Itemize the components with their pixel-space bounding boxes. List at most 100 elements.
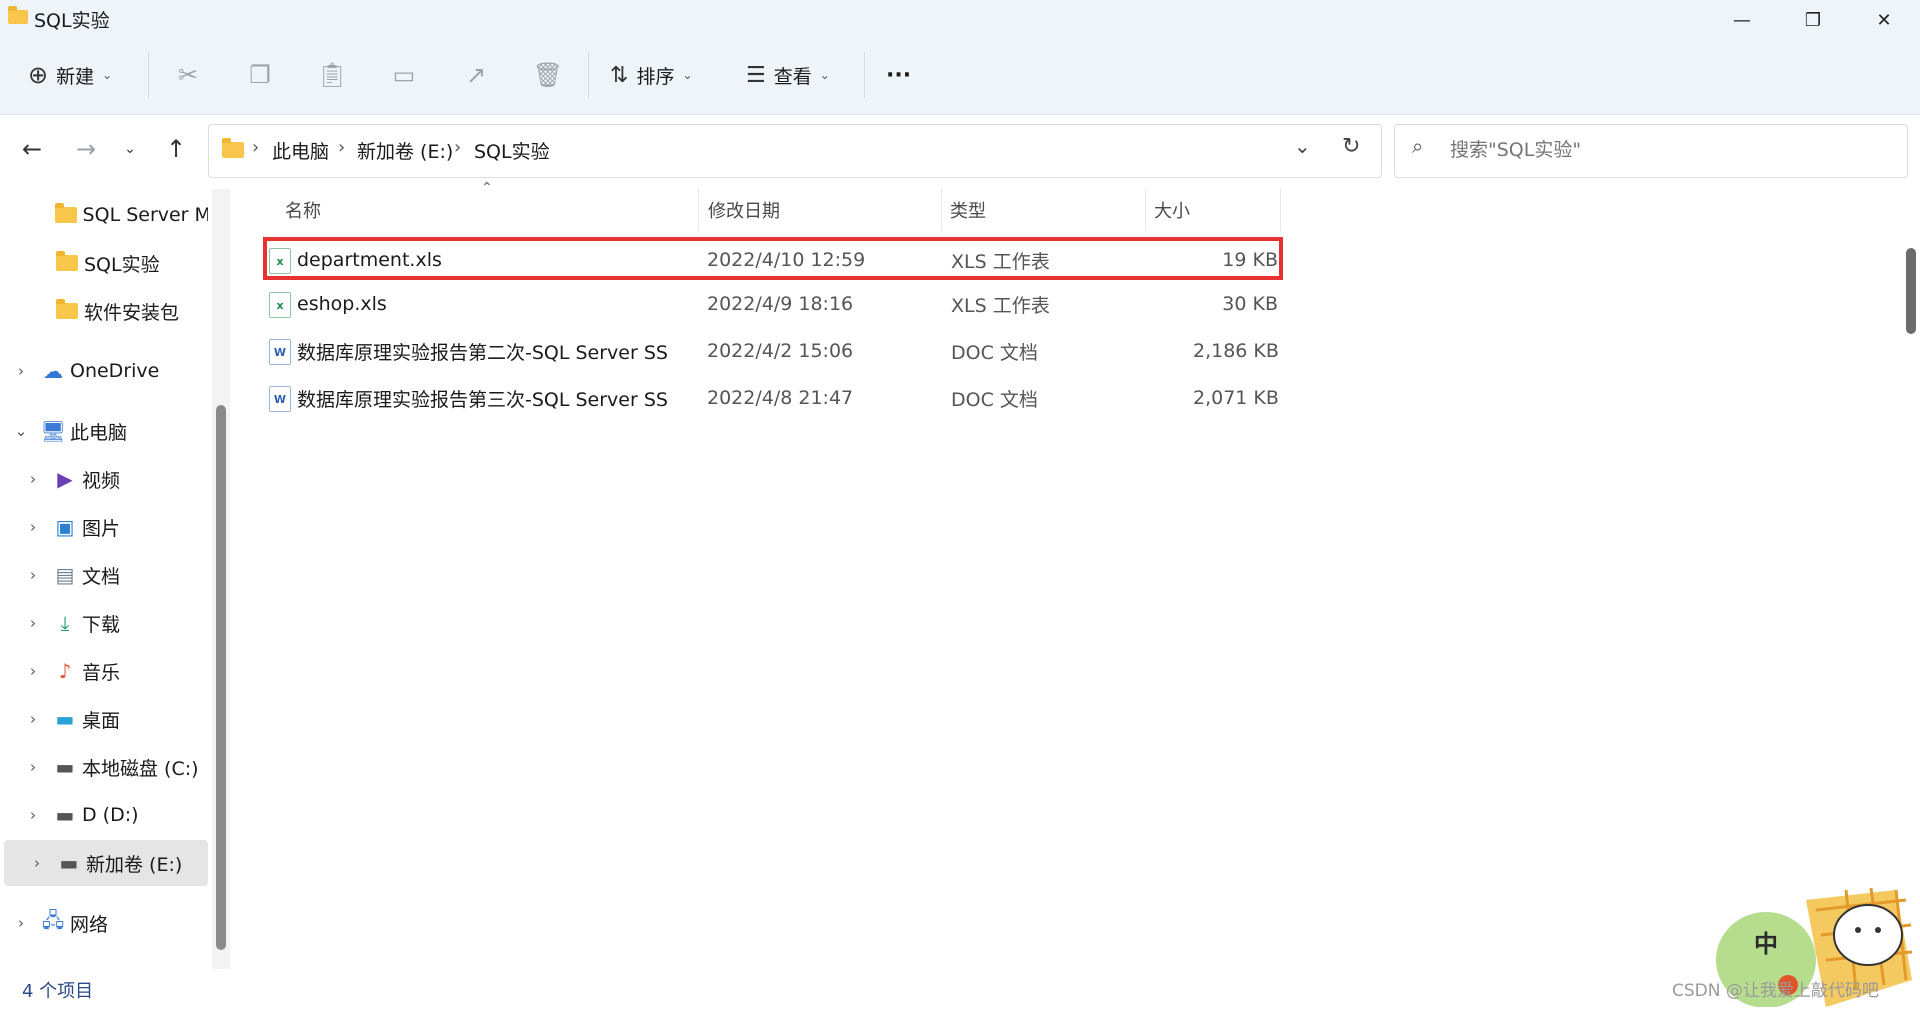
chevron-right-icon[interactable]: › [26, 806, 40, 824]
file-row[interactable]: x eshop.xls 2022/4/9 18:16 XLS 工作表 30 KB [263, 281, 1282, 327]
copy-button[interactable]: ❐ [240, 52, 280, 98]
network-icon: 🖧︎ [41, 908, 65, 932]
sidebar-item-label: 此电脑 [70, 421, 128, 444]
command-bar [0, 40, 1920, 115]
refresh-icon[interactable]: ↻ [1342, 134, 1360, 159]
sidebar-item[interactable]: › ▣ 图片 [0, 504, 208, 550]
sidebar-item[interactable]: ›软件安装包 [0, 288, 208, 334]
sidebar-item-label: 新加卷 (E:) [86, 853, 183, 876]
content-scrollbar-thumb[interactable] [1906, 248, 1916, 334]
sort-button[interactable]: ⇅ 排序 ⌄ [610, 52, 693, 98]
sidebar-item[interactable]: › ☁ OneDrive [0, 348, 208, 394]
more-options-button[interactable]: ··· [886, 52, 911, 98]
column-divider[interactable] [1145, 189, 1146, 231]
chevron-right-icon[interactable]: › [26, 470, 40, 488]
chevron-right-icon[interactable]: › [26, 518, 40, 536]
breadcrumb-this-pc[interactable]: 此电脑 [272, 137, 329, 164]
trash-icon: 🗑︎ [532, 61, 564, 89]
chevron-right-icon[interactable]: › [14, 914, 28, 932]
documents-icon: ▤ [55, 563, 75, 587]
cut-button[interactable]: ✂ [168, 52, 208, 98]
music-icon: ♪ [58, 659, 72, 683]
new-button[interactable]: ⊕ 新建 ⌄ [28, 52, 112, 98]
xls-file-icon: x [269, 292, 291, 318]
chevron-right-icon[interactable]: › [26, 566, 40, 584]
sidebar-item[interactable]: › ▤ 文档 [0, 552, 208, 598]
sidebar-item[interactable]: ›SQL Server Ma [0, 192, 208, 238]
back-button[interactable]: ← [10, 126, 54, 172]
arrow-up-icon: ↑ [165, 135, 187, 163]
column-header-type[interactable]: 类型 [950, 193, 986, 227]
computer-icon: 🖥︎ [40, 419, 66, 443]
file-size: 2,071 KB [1193, 387, 1278, 409]
sidebar-item[interactable]: › ▬ 桌面 [0, 696, 208, 742]
column-header-modified[interactable]: 修改日期 [708, 193, 780, 227]
share-button[interactable]: ↗ [456, 52, 496, 98]
up-button[interactable]: ↑ [154, 126, 198, 172]
chevron-right-icon[interactable]: › [26, 710, 40, 728]
folder-icon [56, 299, 78, 322]
toolbar-divider [864, 52, 865, 98]
rename-icon: ▭ [392, 61, 416, 89]
chevron-right-icon[interactable]: › [30, 854, 44, 872]
sidebar-item[interactable]: › ▬ 新加卷 (E:) [4, 840, 208, 886]
sidebar-item[interactable]: › ▬ D (D:) [0, 792, 208, 838]
view-button[interactable]: ☰ 查看 ⌄ [746, 52, 830, 98]
sidebar-item[interactable]: ⌄ 🖥︎ 此电脑 [0, 408, 208, 454]
breadcrumb-drive-e[interactable]: 新加卷 (E:) [357, 137, 453, 164]
chevron-right-icon[interactable]: › [26, 758, 40, 776]
sidebar-item[interactable]: ›SQL实验 [0, 240, 208, 286]
share-icon: ↗ [465, 61, 487, 89]
breadcrumb-current-folder[interactable]: SQL实验 [474, 137, 550, 164]
copy-icon: ❐ [249, 61, 271, 89]
sidebar-item[interactable]: › ▶ 视频 [0, 456, 208, 502]
folder-icon [56, 251, 78, 274]
minimize-button[interactable]: — [1706, 0, 1778, 40]
sidebar-item[interactable]: › ▬ 本地磁盘 (C:) [0, 744, 208, 790]
close-button[interactable]: ✕ [1848, 0, 1920, 40]
clipboard-icon: 📋︎ [316, 61, 348, 89]
sort-icon: ⇅ [610, 62, 629, 88]
mascot-character: 中 [1754, 930, 1778, 958]
search-icon: ⌕ [1412, 134, 1424, 158]
new-label: 新建 [56, 65, 95, 88]
sort-label: 排序 [636, 65, 675, 88]
delete-button[interactable]: 🗑︎ [528, 52, 568, 98]
sidebar-item[interactable]: › ♪ 音乐 [0, 648, 208, 694]
forward-button[interactable]: → [64, 126, 108, 172]
column-divider[interactable] [941, 189, 942, 231]
chevron-right-icon[interactable]: › [26, 614, 40, 632]
file-name: 数据库原理实验报告第二次-SQL Server SSMS... [297, 341, 667, 364]
sidebar-item[interactable]: › ⤓ 下载 [0, 600, 208, 646]
chevron-right-icon[interactable]: › [26, 662, 40, 680]
column-header-name[interactable]: 名称 [285, 193, 321, 227]
sidebar-item-label: 音乐 [82, 661, 121, 684]
column-header-size[interactable]: 大小 [1154, 193, 1190, 227]
file-row[interactable]: W 数据库原理实验报告第三次-SQL Server SSMS... 2022/4/8… [263, 375, 1282, 421]
paste-button[interactable]: 📋︎ [312, 52, 352, 98]
annotation-highlight-box [263, 237, 1283, 280]
file-type: DOC 文档 [951, 341, 1038, 364]
desktop-icon: ▬ [55, 707, 75, 731]
sidebar-scrollbar-thumb[interactable] [216, 405, 226, 950]
chevron-right-icon[interactable]: › [14, 362, 28, 380]
chevron-down-icon[interactable]: ⌄ [14, 422, 28, 440]
drive-icon: ▬ [55, 755, 75, 779]
recent-locations-button[interactable]: ⌄ [108, 126, 152, 172]
column-divider[interactable] [1280, 189, 1281, 231]
toolbar-divider [148, 52, 149, 98]
doc-file-icon: W [269, 339, 291, 365]
csdn-watermark: CSDN @让我爱上敲代码吧 [1672, 981, 1879, 1001]
column-divider[interactable] [698, 189, 699, 231]
sidebar-item[interactable]: › 🖧︎ 网络 [0, 900, 208, 946]
file-modified-date: 2022/4/8 21:47 [707, 387, 854, 409]
file-row[interactable]: W 数据库原理实验报告第二次-SQL Server SSMS... 2022/4/2… [263, 328, 1282, 374]
maximize-button[interactable]: ❐ [1777, 0, 1849, 40]
rename-button[interactable]: ▭ [384, 52, 424, 98]
search-input[interactable] [1448, 132, 1892, 168]
folder-icon [222, 138, 244, 158]
view-label: 查看 [773, 65, 812, 88]
download-icon: ⤓ [60, 611, 70, 635]
address-history-dropdown-icon[interactable]: ⌄ [1294, 134, 1311, 158]
sidebar-item-label: 下载 [82, 613, 121, 636]
